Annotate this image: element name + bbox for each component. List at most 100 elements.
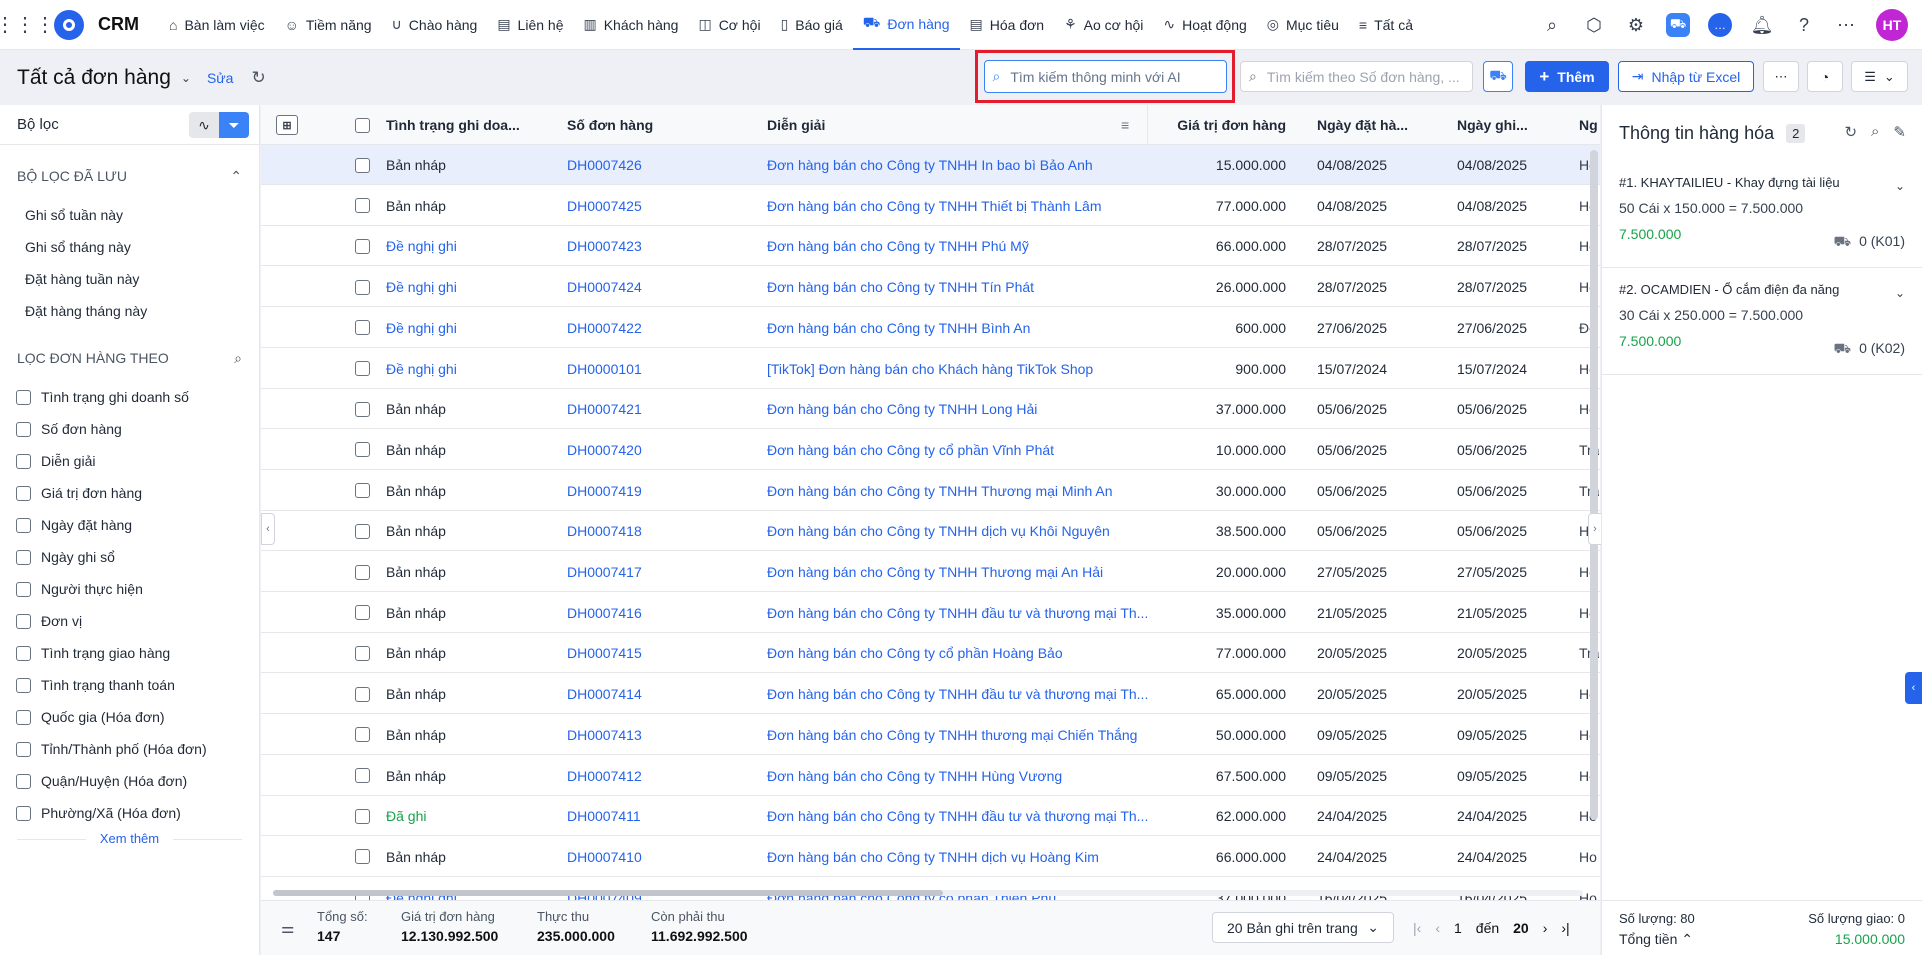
cell-description[interactable]: Đơn hàng bán cho Công ty cổ phần Vĩnh Ph… <box>767 430 1147 470</box>
cell-order-no[interactable]: DH0007411 <box>567 796 717 836</box>
cell-order-no[interactable]: DH0007412 <box>567 756 717 796</box>
cell-order-no[interactable]: DH0007420 <box>567 430 717 470</box>
more-actions-button[interactable]: ⋯ <box>1763 61 1799 92</box>
help-icon[interactable]: ? <box>1792 13 1816 37</box>
cell-order-no[interactable]: DH0007425 <box>567 186 717 226</box>
cell-description[interactable]: Đơn hàng bán cho Công ty TNHH Phú Mỹ <box>767 226 1147 266</box>
chart-view-button[interactable]: ◔ <box>1807 61 1843 92</box>
cell-order-no[interactable]: DH0007426 <box>567 145 717 185</box>
table-row[interactable]: Bản nháp DH0007412 Đơn hàng bán cho Công t… <box>261 756 1600 796</box>
footer-settings-icon[interactable]: ⚌ <box>281 919 294 937</box>
horizontal-scrollbar[interactable] <box>273 890 1583 896</box>
table-row[interactable]: Bản nháp DH0007414 Đơn hàng bán cho Công t… <box>261 674 1600 715</box>
table-row[interactable]: Bản nháp DH0007425 Đơn hàng bán cho Công t… <box>261 186 1600 226</box>
checkbox[interactable] <box>16 613 31 629</box>
checkbox[interactable] <box>16 453 31 469</box>
nav-item-1[interactable]: ☺ Tiềm năng <box>275 0 382 50</box>
import-excel-button[interactable]: ⇥ Nhập từ Excel <box>1618 61 1754 92</box>
col-order-no[interactable]: Số đơn hàng <box>567 105 717 145</box>
table-row[interactable]: Đề nghị ghi DH0007423 Đơn hàng bán cho Côn… <box>261 226 1600 267</box>
filter-field-checkbox[interactable]: Diễn giải <box>0 445 259 477</box>
search-icon[interactable]: ⌕ <box>1540 13 1564 37</box>
cell-description[interactable]: Đơn hàng bán cho Công ty TNHH Thiết bị T… <box>767 186 1147 226</box>
refresh-icon[interactable]: ↻ <box>251 68 265 88</box>
cell-description[interactable]: Đơn hàng bán cho Công ty TNHH Thương mại… <box>767 471 1147 511</box>
collapse-right-icon[interactable]: › <box>1588 513 1602 545</box>
cell-order-no[interactable]: DH0007413 <box>567 715 717 755</box>
filter-field-checkbox[interactable]: Phường/Xã (Hóa đơn) <box>0 797 259 829</box>
filter-field-checkbox[interactable]: Tình trạng ghi doanh số <box>0 381 259 413</box>
table-row[interactable]: Bản nháp DH0007418 Đơn hàng bán cho Công t… <box>261 511 1600 552</box>
row-checkbox[interactable] <box>355 267 380 307</box>
col-next[interactable]: Ng <box>1579 105 1599 145</box>
cell-order-no[interactable]: DH0007414 <box>567 674 717 714</box>
vertical-scrollbar[interactable] <box>1590 150 1598 820</box>
more-icon[interactable]: ⋯ <box>1834 13 1858 37</box>
nav-item-8[interactable]: ▤ Hóa đơn <box>960 0 1055 50</box>
row-checkbox[interactable] <box>355 389 380 429</box>
search-icon[interactable]: ⌕ <box>1871 123 1879 141</box>
nav-item-7[interactable]: ⛟ Đơn hàng <box>852 0 960 50</box>
cell-order-no[interactable]: DH0007422 <box>567 308 717 348</box>
cell-description[interactable]: Đơn hàng bán cho Công ty TNHH dịch vụ Ho… <box>767 837 1147 877</box>
crm-logo[interactable] <box>54 9 84 40</box>
checkbox[interactable] <box>16 677 31 693</box>
view-mode-button[interactable]: ☰ ⌄ <box>1851 61 1908 92</box>
checkbox[interactable] <box>16 581 31 597</box>
avatar[interactable]: HT <box>1876 9 1908 41</box>
filter-field-checkbox[interactable]: Tình trạng thanh toán <box>0 669 259 701</box>
gear-icon[interactable]: ⚙ <box>1624 13 1648 37</box>
filter-icon[interactable]: ⏷ <box>219 112 249 138</box>
col-description[interactable]: Diễn giải <box>767 105 1067 145</box>
row-checkbox[interactable] <box>355 349 380 389</box>
chart-toggle-icon[interactable]: ∿ <box>189 112 219 138</box>
last-page-icon[interactable]: ›| <box>1561 920 1569 936</box>
add-button[interactable]: + Thêm <box>1525 61 1609 92</box>
cell-order-no[interactable]: DH0007409 <box>567 878 717 900</box>
nav-item-11[interactable]: ◎ Mục tiêu <box>1257 0 1349 50</box>
cell-order-no[interactable]: DH0007421 <box>567 389 717 429</box>
filter-field-checkbox[interactable]: Quận/Huyện (Hóa đơn) <box>0 765 259 797</box>
saved-filter-item[interactable]: Đặt hàng tháng này <box>0 295 259 327</box>
next-page-icon[interactable]: › <box>1543 920 1548 936</box>
row-checkbox[interactable] <box>355 511 380 551</box>
grand-total-toggle[interactable]: Tổng tiền ⌃ <box>1619 931 1693 948</box>
filter-field-checkbox[interactable]: Ngày đặt hàng <box>0 509 259 541</box>
checkbox[interactable] <box>16 517 31 533</box>
column-filter-icon[interactable]: ≡ <box>1121 105 1129 145</box>
cell-order-no[interactable]: DH0007423 <box>567 226 717 266</box>
checkbox[interactable] <box>16 645 31 661</box>
chevron-down-icon[interactable]: ⌄ <box>1895 286 1905 300</box>
table-row[interactable]: Bản nháp DH0007419 Đơn hàng bán cho Công t… <box>261 471 1600 511</box>
cell-order-no[interactable]: DH0007417 <box>567 552 717 592</box>
cell-description[interactable]: Đơn hàng bán cho Công ty TNHH Hùng Vương <box>767 756 1147 796</box>
row-checkbox[interactable] <box>355 226 380 266</box>
product-item[interactable]: #2. OCAMDIEN - Ổ cắm điện đa năng 30 Cái … <box>1602 268 1922 375</box>
row-checkbox[interactable] <box>355 430 380 470</box>
column-settings-icon[interactable]: ⊞ <box>276 115 298 135</box>
table-row[interactable]: Đề nghị ghi DH0007422 Đơn hàng bán cho Côn… <box>261 308 1600 348</box>
checkbox[interactable] <box>16 741 31 757</box>
nav-item-2[interactable]: ∪ Chào hàng <box>382 0 488 50</box>
table-row[interactable]: Bản nháp DH0007417 Đơn hàng bán cho Công t… <box>261 552 1600 592</box>
cell-order-no[interactable]: DH0000101 <box>567 349 717 389</box>
bell-icon[interactable]: 🔔︎ <box>1750 13 1774 37</box>
chat-icon[interactable]: … <box>1708 13 1732 37</box>
cell-description[interactable]: Đơn hàng bán cho Công ty TNHH đầu tư và … <box>767 593 1147 633</box>
collapse-left-icon[interactable]: ‹ <box>261 513 275 545</box>
table-row[interactable]: Đã ghi DH0007411 Đơn hàng bán cho Công ty … <box>261 796 1600 837</box>
nav-item-10[interactable]: ∿ Hoạt động <box>1153 0 1256 50</box>
cell-description[interactable]: [TikTok] Đơn hàng bán cho Khách hàng Tik… <box>767 349 1147 389</box>
row-checkbox[interactable] <box>355 145 380 185</box>
page-size-select[interactable]: 20 Bản ghi trên trang ⌄ <box>1212 912 1394 943</box>
table-row[interactable]: Bản nháp DH0007420 Đơn hàng bán cho Công t… <box>261 430 1600 470</box>
table-row[interactable]: Đề nghị ghi DH0007409 Đơn hàng bán cho Côn… <box>261 878 1600 900</box>
row-checkbox[interactable] <box>355 796 380 836</box>
checkbox[interactable] <box>16 773 31 789</box>
refresh-icon[interactable]: ↻ <box>1844 123 1857 141</box>
app-grid-icon[interactable]: ⋮⋮⋮ <box>0 0 55 50</box>
row-checkbox[interactable] <box>355 471 380 511</box>
nav-item-12[interactable]: ≡ Tất cả <box>1349 0 1423 50</box>
filter-field-checkbox[interactable]: Tỉnh/Thành phố (Hóa đơn) <box>0 733 259 765</box>
row-checkbox[interactable] <box>355 633 380 673</box>
